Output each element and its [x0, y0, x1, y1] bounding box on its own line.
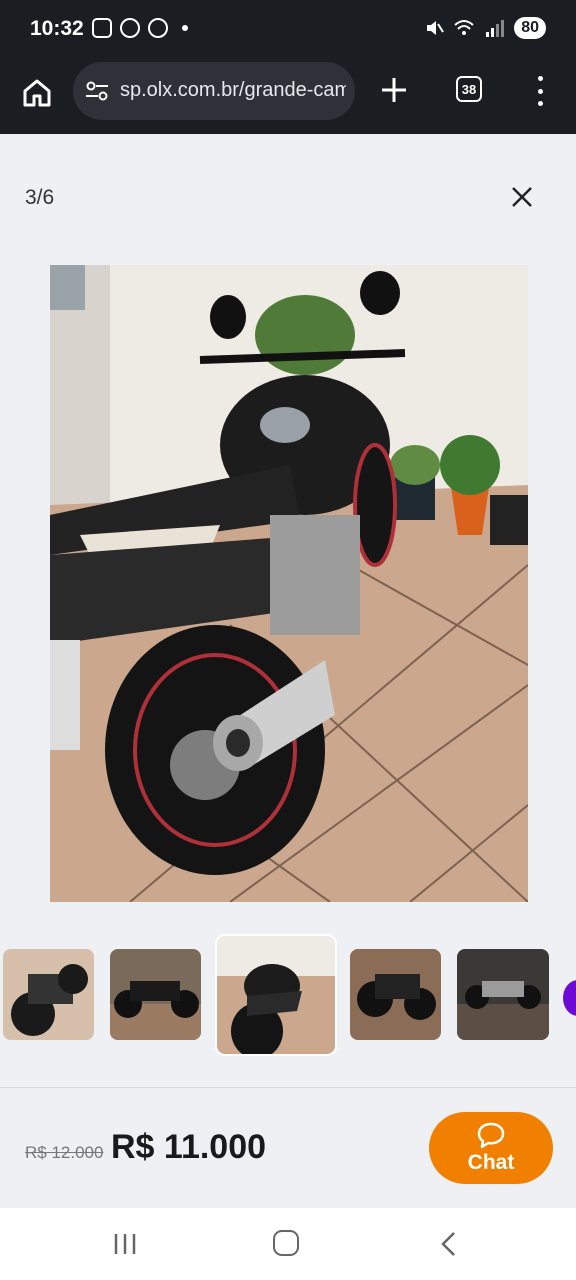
back-icon[interactable] [438, 1230, 458, 1258]
status-time: 10:32 [30, 17, 84, 40]
tabs-button[interactable]: 38 [456, 76, 482, 102]
browser-toolbar: sp.olx.com.br/grande-campinas 38 [0, 62, 576, 134]
notification-dot [182, 25, 188, 31]
chat-button[interactable]: Chat [429, 1112, 553, 1184]
home-circle-icon[interactable] [273, 1230, 299, 1256]
chat-bubble-icon [477, 1122, 505, 1149]
thumbnail-2[interactable] [110, 949, 201, 1040]
divider [0, 1087, 576, 1088]
more-vert-icon[interactable] [534, 76, 546, 106]
status-bar: 10:32 80 [0, 0, 576, 62]
app-notification-icon [120, 18, 140, 38]
main-photo[interactable] [50, 265, 528, 902]
plus-icon[interactable] [378, 74, 410, 106]
signal-icon [486, 20, 505, 37]
status-notification-icons [92, 18, 188, 38]
image-counter: 3/6 [25, 186, 55, 209]
chat-label: Chat [467, 1151, 515, 1174]
home-icon[interactable] [20, 76, 54, 110]
thumbnail-4[interactable] [350, 949, 441, 1040]
thumbnail-strip [0, 934, 576, 1056]
current-price: R$ 11.000 [111, 1128, 267, 1166]
thumbnail-3-selected[interactable] [215, 934, 337, 1056]
tune-icon[interactable] [85, 80, 109, 102]
close-icon[interactable] [505, 180, 539, 214]
screenshot-icon [92, 18, 112, 38]
thumbnail-1[interactable] [3, 949, 94, 1040]
status-system-icons: 80 [424, 17, 546, 39]
address-bar[interactable]: sp.olx.com.br/grande-campinas [73, 62, 355, 120]
old-price: R$ 12.000 [25, 1143, 104, 1162]
thumbnail-5[interactable] [457, 949, 549, 1040]
battery-indicator: 80 [514, 17, 546, 39]
whatsapp-icon [148, 18, 168, 38]
motorcycle-photo-illustration [50, 265, 528, 902]
android-navigation-bar [0, 1208, 576, 1280]
mute-icon [427, 21, 445, 35]
wifi-icon [454, 20, 474, 35]
url-text: sp.olx.com.br/grande-campinas [120, 79, 346, 101]
recents-icon[interactable] [112, 1232, 138, 1256]
